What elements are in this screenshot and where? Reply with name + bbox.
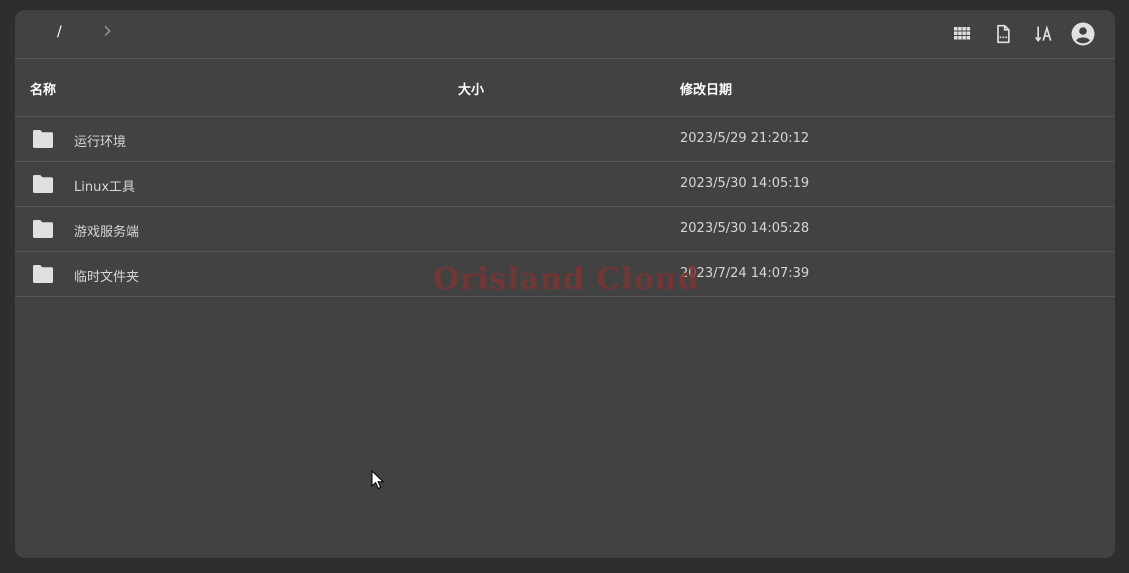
folder-icon — [33, 130, 53, 148]
new-file-button[interactable] — [991, 22, 1015, 46]
file-name: Linux工具 — [74, 180, 136, 195]
chevron-right-icon[interactable] — [99, 23, 115, 39]
file-browser-panel: / 名称 大小 修改日期 运行环境 2023/5/29 21:20:12 Lin… — [15, 10, 1115, 558]
mouse-cursor-icon — [371, 470, 385, 490]
folder-icon — [33, 265, 53, 283]
file-modified-date: 2023/5/30 14:05:28 — [680, 221, 810, 236]
new-file-icon — [997, 24, 1010, 44]
sort-icon — [1035, 25, 1052, 43]
file-name: 运行环境 — [74, 135, 127, 150]
table-header: 名称 大小 修改日期 — [15, 59, 1115, 117]
table-row[interactable]: Linux工具 2023/5/30 14:05:19 — [15, 162, 1115, 207]
file-name: 临时文件夹 — [74, 270, 140, 285]
sort-button[interactable] — [1032, 22, 1056, 46]
grid-view-button[interactable] — [950, 22, 974, 46]
file-name: 游戏服务端 — [74, 225, 140, 240]
breadcrumb-root[interactable]: / — [57, 24, 62, 40]
folder-icon — [33, 220, 53, 238]
toolbar: / — [15, 10, 1115, 59]
column-header-name[interactable]: 名称 — [30, 79, 56, 98]
file-modified-date: 2023/7/24 14:07:39 — [680, 266, 810, 281]
file-modified-date: 2023/5/30 14:05:19 — [680, 176, 810, 191]
account-icon — [1071, 22, 1095, 46]
table-row[interactable]: 游戏服务端 2023/5/30 14:05:28 — [15, 207, 1115, 252]
column-header-size[interactable]: 大小 — [458, 79, 484, 98]
table-row[interactable]: 临时文件夹 2023/7/24 14:07:39 — [15, 252, 1115, 297]
file-modified-date: 2023/5/29 21:20:12 — [680, 131, 810, 146]
column-header-modified[interactable]: 修改日期 — [680, 79, 732, 98]
grid-view-icon — [954, 27, 971, 40]
folder-icon — [33, 175, 53, 193]
table-row[interactable]: 运行环境 2023/5/29 21:20:12 — [15, 117, 1115, 162]
account-button[interactable] — [1071, 22, 1095, 46]
